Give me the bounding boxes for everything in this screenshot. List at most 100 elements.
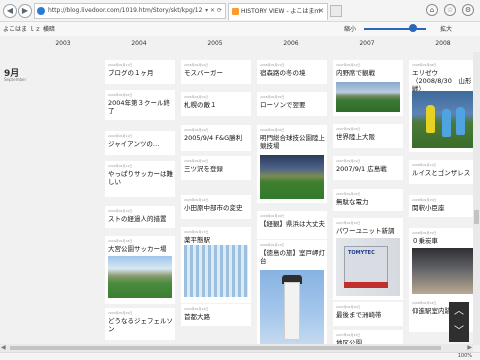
post-title[interactable]: ブログの１ヶ月 bbox=[108, 69, 173, 77]
post-card[interactable]: 2004年09月11日 ジャイアンツの… bbox=[105, 131, 175, 155]
post-card[interactable]: 2005年09月12日 小田原中部市の変史 bbox=[181, 195, 251, 219]
zoom-slider-thumb[interactable] bbox=[409, 24, 417, 32]
post-card[interactable]: 2005年09月02日 札幌の敵１ bbox=[181, 92, 251, 116]
post-card[interactable]: 2005年09月01日 モスバーガー bbox=[181, 60, 251, 84]
month-sublabel: September bbox=[4, 77, 27, 82]
year-link[interactable]: 2005 bbox=[195, 40, 235, 47]
post-title[interactable]: 薬平態駅 bbox=[184, 236, 249, 244]
post-photo[interactable] bbox=[336, 82, 400, 112]
post-title[interactable]: 【徳島の旅】室戸岬灯台 bbox=[260, 249, 325, 265]
post-photo[interactable] bbox=[184, 245, 248, 297]
post-card[interactable]: 2008年09月08日 エリゼウ（2008/8/30 山形戦） bbox=[409, 60, 479, 152]
zoom-level[interactable]: 100% bbox=[458, 353, 472, 360]
post-date: 2007年09月10日 bbox=[336, 221, 361, 225]
post-card[interactable]: 2004年09月05日 2004年第３クール終了 bbox=[105, 90, 175, 120]
post-card[interactable]: 2007年09月01日 内野席で観戦 bbox=[333, 60, 403, 116]
vertical-scrollbar[interactable] bbox=[473, 52, 480, 345]
post-title[interactable]: 2007/9/1 広島戦 bbox=[336, 165, 401, 173]
post-title[interactable]: 首都大路 bbox=[184, 313, 249, 321]
horizontal-scrollbar[interactable]: ◀ ▶ bbox=[0, 344, 473, 352]
post-card[interactable]: 2008年09月15日 関釈小臣座 bbox=[409, 195, 479, 217]
post-title[interactable]: 内野席で観戦 bbox=[336, 69, 401, 77]
post-title[interactable]: 大宮公園サッカー場 bbox=[108, 245, 173, 253]
site-icon bbox=[37, 7, 45, 15]
post-card[interactable]: 2007年09月01日 2007/9/1 広島戦 bbox=[333, 156, 403, 180]
post-card[interactable]: 2006年09月16日 【経観】県浜は大丈夫 bbox=[257, 211, 327, 239]
back-button[interactable]: ◀ bbox=[3, 4, 17, 18]
post-card[interactable]: 2005年09月10日 三ツ沢を登録 bbox=[181, 156, 251, 180]
post-title[interactable]: モスバーガー bbox=[184, 69, 249, 77]
scroll-left-icon[interactable]: ◀ bbox=[1, 345, 6, 351]
post-date: 2006年09月09日 bbox=[260, 128, 285, 132]
post-photo[interactable] bbox=[412, 91, 476, 148]
post-title[interactable]: 無駄な電力 bbox=[336, 198, 401, 206]
post-title[interactable]: ０乗炭車 bbox=[412, 237, 477, 245]
post-card[interactable]: 2005年09月24日 首都大路 bbox=[181, 304, 251, 326]
site-title[interactable]: よこはま ｌｚ 横暗 bbox=[3, 24, 55, 33]
post-title[interactable]: 明門総合球技公園陸上競技場 bbox=[260, 134, 325, 150]
post-title[interactable]: 関釈小臣座 bbox=[412, 204, 477, 212]
year-link[interactable]: 2007 bbox=[347, 40, 387, 47]
post-title[interactable]: 三ツ沢を登録 bbox=[184, 165, 249, 173]
post-card[interactable]: 2006年09月09日 明門総合球技公園陸上競技場 bbox=[257, 125, 327, 203]
post-card[interactable]: 2006年09月17日 【徳島の旅】室戸岬灯台 bbox=[257, 240, 327, 348]
post-card[interactable]: 2004年09月15日 ストの経過人的措置 bbox=[105, 206, 175, 228]
post-title[interactable]: 世界陸上大阪 bbox=[336, 133, 401, 141]
post-title[interactable]: 2005/9/4 F&G勝利 bbox=[184, 134, 249, 142]
post-card[interactable]: 2004年09月11日 やっぱりサッカーは難しい bbox=[105, 161, 175, 197]
scroll-up-button[interactable]: ︿ bbox=[449, 302, 469, 322]
settings-gear-icon[interactable]: ⚙ bbox=[462, 4, 474, 16]
post-date: 2008年09月08日 bbox=[412, 63, 437, 67]
scroll-down-button[interactable]: ﹀ bbox=[449, 322, 469, 342]
post-title[interactable]: やっぱりサッカーは難しい bbox=[108, 170, 173, 186]
post-title[interactable]: 【経観】県浜は大丈夫 bbox=[260, 220, 325, 228]
post-photo[interactable] bbox=[108, 256, 172, 298]
year-link[interactable]: 2003 bbox=[43, 40, 83, 47]
forward-button[interactable]: ▶ bbox=[18, 4, 32, 18]
horizontal-scroll-thumb[interactable] bbox=[10, 346, 441, 350]
year-link[interactable]: 2004 bbox=[119, 40, 159, 47]
post-photo[interactable]: TOMYTEC bbox=[336, 238, 400, 296]
tab-close-icon[interactable]: ✕ bbox=[318, 4, 324, 19]
post-card[interactable]: 2006年09月01日 宿森路の冬の境 bbox=[257, 60, 327, 84]
home-icon[interactable]: ⌂ bbox=[426, 4, 438, 16]
zoom-slider-row: 縮小 拡大 bbox=[344, 24, 454, 34]
favorites-star-icon[interactable]: ☆ bbox=[444, 4, 456, 16]
post-title[interactable]: エリゼウ（2008/8/30 山形戦） bbox=[412, 69, 477, 93]
post-title[interactable]: 最後まで洲崎帯 bbox=[336, 311, 401, 319]
scroll-right-icon[interactable]: ▶ bbox=[467, 345, 472, 351]
year-link[interactable]: 2006 bbox=[271, 40, 311, 47]
tab-history-view[interactable]: HISTORY VIEW - よこはまｍ ✕ bbox=[228, 3, 328, 20]
post-card[interactable]: 2008年09月11日 ルイスとゴンザレス bbox=[409, 160, 479, 184]
post-photo[interactable] bbox=[260, 270, 324, 348]
post-photo[interactable] bbox=[260, 155, 324, 199]
post-card[interactable]: 2007年09月20日 最後まで洲崎帯 bbox=[333, 302, 403, 326]
post-title[interactable]: ジャイアンツの… bbox=[108, 140, 173, 148]
url-field[interactable]: http://blog.livedoor.com/1019.htm/Story/… bbox=[34, 3, 226, 19]
post-card[interactable]: 2004年09月18日 大宮公園サッカー場 bbox=[105, 236, 175, 304]
year-link[interactable]: 2008 bbox=[423, 40, 463, 47]
post-card[interactable]: 2007年09月03日 世界陸上大阪 bbox=[333, 124, 403, 148]
post-card[interactable]: 2004年09月25日 どうなるジェフェルソン bbox=[105, 308, 175, 340]
post-title[interactable]: どうなるジェフェルソン bbox=[108, 317, 173, 333]
post-photo[interactable] bbox=[412, 248, 476, 294]
post-title[interactable]: ローソンで翌要 bbox=[260, 101, 325, 109]
post-title[interactable]: ストの経過人的措置 bbox=[108, 215, 173, 223]
post-date: 2005年09月04日 bbox=[184, 128, 209, 132]
post-card[interactable]: 2005年09月04日 2005/9/4 F&G勝利 bbox=[181, 125, 251, 151]
post-card[interactable]: 2007年09月05日 無駄な電力 bbox=[333, 189, 403, 211]
post-card[interactable]: 2005年09月17日 薬平態駅 bbox=[181, 227, 251, 303]
post-title[interactable]: 宿森路の冬の境 bbox=[260, 69, 325, 77]
new-tab-button[interactable] bbox=[330, 5, 342, 17]
url-tools-icon[interactable]: ▾ ✕ ⟳ bbox=[205, 4, 222, 18]
post-card[interactable]: 2007年09月25日 地区公園 bbox=[333, 330, 403, 347]
post-card[interactable]: 2006年09月05日 ローソンで翌要 bbox=[257, 92, 327, 116]
post-title[interactable]: ルイスとゴンザレス bbox=[412, 169, 477, 177]
post-title[interactable]: 2004年第３クール終了 bbox=[108, 99, 173, 115]
post-card[interactable]: 2007年09月10日 パワーユニット新調 TOMYTEC bbox=[333, 218, 403, 300]
post-title[interactable]: 小田原中部市の変史 bbox=[184, 204, 249, 212]
post-card[interactable]: 2004年09月11日 ブログの１ヶ月 bbox=[105, 60, 175, 84]
vertical-scroll-thumb[interactable] bbox=[474, 210, 479, 224]
post-title[interactable]: パワーユニット新調 bbox=[336, 227, 401, 235]
post-title[interactable]: 札幌の敵１ bbox=[184, 101, 249, 109]
